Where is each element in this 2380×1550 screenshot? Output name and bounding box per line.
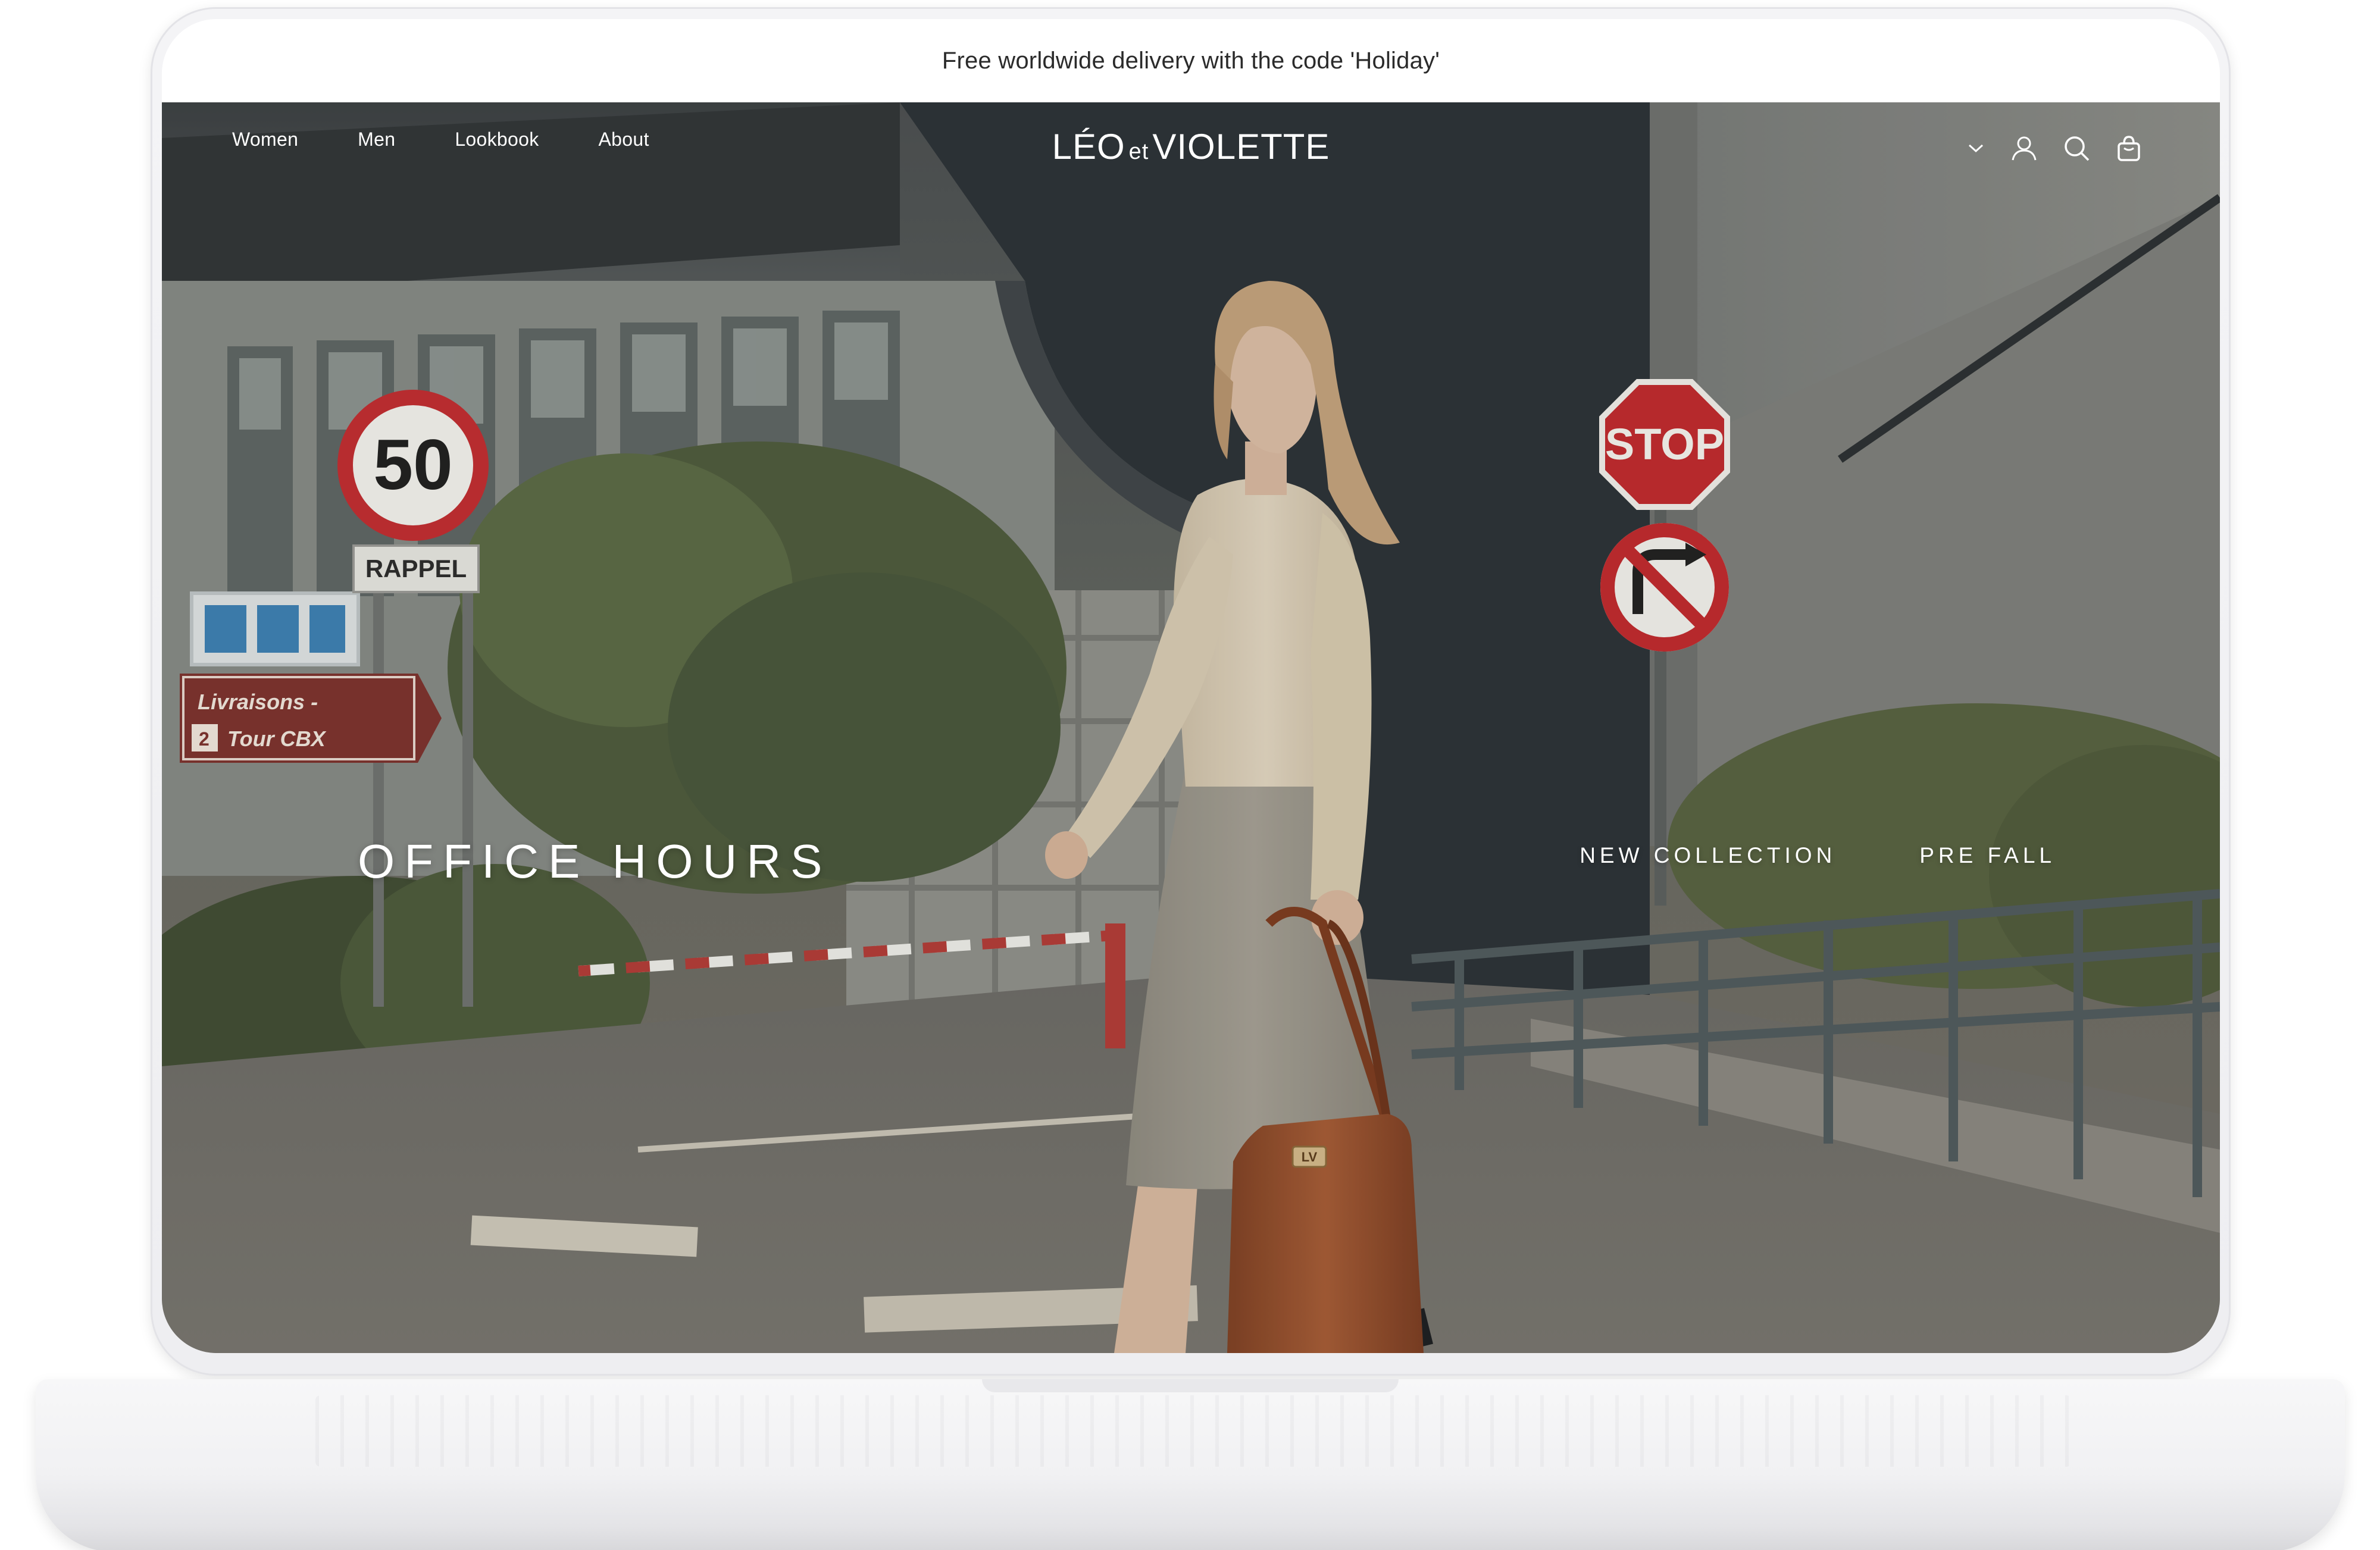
hero-image: Livraisons - 2 Tour CBX 50 RAPPEL STOP L… <box>162 102 2220 1353</box>
announcement-bar: Free worldwide delivery with the code 'H… <box>162 19 2220 102</box>
pre-fall-link[interactable]: PRE FALL <box>1919 843 2056 868</box>
laptop-mockup: Free worldwide delivery with the code 'H… <box>0 0 2380 1550</box>
new-collection-link[interactable]: NEW COLLECTION <box>1580 843 1836 868</box>
main-nav: Women Men Lookbook About <box>232 129 649 151</box>
browser-viewport: Free worldwide delivery with the code 'H… <box>162 19 2220 1353</box>
search-icon[interactable] <box>2062 133 2091 163</box>
header-actions <box>1965 133 2144 163</box>
cart-icon[interactable] <box>2114 133 2144 163</box>
chevron-down-icon[interactable] <box>1965 133 1987 163</box>
announcement-text: Free worldwide delivery with the code 'H… <box>942 47 1440 74</box>
hero-links: NEW COLLECTION PRE FALL <box>1580 843 2056 868</box>
hero-banner[interactable]: Livraisons - 2 Tour CBX 50 RAPPEL STOP L… <box>162 102 2220 1353</box>
hero-title: OFFICE HOURS <box>358 835 832 888</box>
nav-item-about[interactable]: About <box>599 129 649 151</box>
nav-item-men[interactable]: Men <box>358 129 395 151</box>
nav-item-lookbook[interactable]: Lookbook <box>455 129 539 151</box>
keyboard-texture <box>315 1395 2071 1467</box>
nav-item-women[interactable]: Women <box>232 129 298 151</box>
account-icon[interactable] <box>2009 133 2039 163</box>
laptop-hinge <box>982 1379 1399 1392</box>
